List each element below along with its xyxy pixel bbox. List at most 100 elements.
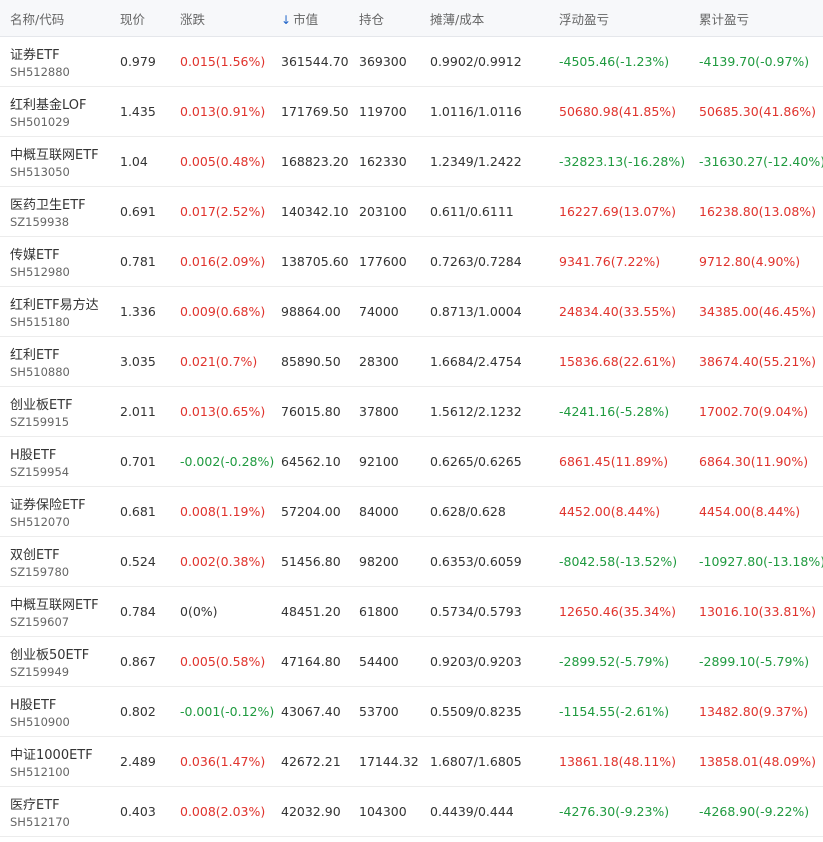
market-value: 98864.00 [281, 304, 341, 319]
float-pl-value: -2899.52(-5.79%) [559, 654, 670, 669]
market-value: 47164.80 [281, 654, 341, 669]
cost-value: 0.5509/0.8235 [430, 704, 522, 719]
position-value: 104300 [359, 804, 407, 819]
table-row[interactable]: 中概互联网ETF SZ159607 0.784 0(0%) 48451.20 61800 0… [0, 587, 823, 637]
total-pl-value: 4454.00(8.44%) [699, 504, 801, 519]
header-float-pl[interactable]: 浮动盈亏 [559, 9, 609, 28]
fund-name: 中概互联网ETF [10, 148, 99, 163]
total-pl-value: 9712.80(4.90%) [699, 254, 801, 269]
position-value: 203100 [359, 204, 407, 219]
header-name-code[interactable]: 名称/代码 [10, 9, 64, 28]
fund-code: SH513050 [10, 165, 70, 179]
cost-value: 1.6684/2.4754 [430, 354, 522, 369]
table-row[interactable]: 传媒ETF SH512980 0.781 0.016(2.09%) 138705.60 1… [0, 237, 823, 287]
change-value: -0.001(-0.12%) [180, 704, 275, 719]
float-pl-value: 6861.45(11.89%) [559, 454, 669, 469]
change-value: 0.005(0.58%) [180, 654, 266, 669]
total-pl-value: -4268.90(-9.22%) [699, 804, 810, 819]
total-pl-value: 38674.40(55.21%) [699, 354, 817, 369]
fund-name: 中证1000ETF [10, 748, 93, 763]
fund-code: SZ159938 [10, 215, 70, 229]
fund-code: SH512980 [10, 265, 70, 279]
fund-name: H股ETF [10, 698, 57, 713]
price-value: 0.403 [120, 804, 156, 819]
change-value: 0.008(1.19%) [180, 504, 266, 519]
price-value: 0.802 [120, 704, 156, 719]
position-value: 61800 [359, 604, 399, 619]
table-row[interactable]: 中证1000ETF SH512100 2.489 0.036(1.47%) 42672.… [0, 737, 823, 787]
table-row[interactable]: 红利基金LOF SH501029 1.435 0.013(0.91%) 171769.5… [0, 87, 823, 137]
arrow-down-icon: ↓ [281, 13, 292, 27]
cost-value: 0.9203/0.9203 [430, 654, 522, 669]
market-value: 48451.20 [281, 604, 341, 619]
fund-name: 医药卫生ETF [10, 198, 86, 213]
fund-name: 证券保险ETF [10, 498, 86, 513]
fund-code: SZ159607 [10, 615, 70, 629]
market-value: 42032.90 [281, 804, 341, 819]
position-value: 54400 [359, 654, 399, 669]
position-value: 74000 [359, 304, 399, 319]
float-pl-value: 13861.18(48.11%) [559, 754, 677, 769]
change-value: 0.005(0.48%) [180, 154, 266, 169]
table-row[interactable]: 创业板ETF SZ159915 2.011 0.013(0.65%) 76015.80 3… [0, 387, 823, 437]
table-row[interactable]: 医疗ETF SH512170 0.403 0.008(2.03%) 42032.90 10… [0, 787, 823, 837]
cost-value: 0.6353/0.6059 [430, 554, 522, 569]
total-pl-value: -2899.10(-5.79%) [699, 654, 810, 669]
fund-name: 中概互联网ETF [10, 598, 99, 613]
fund-code: SH512170 [10, 815, 70, 829]
market-value: 76015.80 [281, 404, 341, 419]
header-position[interactable]: 持仓 [359, 9, 384, 28]
cost-value: 0.628/0.628 [430, 504, 506, 519]
fund-code: SZ159780 [10, 565, 70, 579]
market-value: 51456.80 [281, 554, 341, 569]
table-row[interactable]: H股ETF SZ159954 0.701 -0.002(-0.28%) 64562.10… [0, 437, 823, 487]
position-value: 37800 [359, 404, 399, 419]
fund-code: SH510900 [10, 715, 70, 729]
price-value: 0.867 [120, 654, 156, 669]
header-market-value-label: 市值 [293, 12, 319, 27]
fund-name: 红利基金LOF [10, 98, 87, 113]
cost-value: 1.6807/1.6805 [430, 754, 522, 769]
float-pl-value: 50680.98(41.85%) [559, 104, 677, 119]
header-change[interactable]: 涨跌 [180, 9, 205, 28]
header-total-pl[interactable]: 累计盈亏 [699, 9, 749, 28]
float-pl-value: 12650.46(35.34%) [559, 604, 677, 619]
market-value: 64562.10 [281, 454, 341, 469]
price-value: 0.524 [120, 554, 156, 569]
table-row[interactable]: 中概互联网ETF SH513050 1.04 0.005(0.48%) 168823.2… [0, 137, 823, 187]
header-market-value[interactable]: ↓ 市值 [281, 9, 318, 28]
table-row[interactable]: 证券保险ETF SH512070 0.681 0.008(1.19%) 57204.00… [0, 487, 823, 537]
market-value: 85890.50 [281, 354, 341, 369]
table-header: 名称/代码 现价 涨跌 ↓ 市值 持仓 摊薄/成本 浮动盈亏 累计盈亏 [0, 0, 823, 37]
position-value: 17144.32 [359, 754, 419, 769]
cost-value: 0.4439/0.444 [430, 804, 514, 819]
total-pl-value: 17002.70(9.04%) [699, 404, 809, 419]
float-pl-value: -4241.16(-5.28%) [559, 404, 670, 419]
position-value: 98200 [359, 554, 399, 569]
fund-code: SZ159954 [10, 465, 70, 479]
cost-value: 1.0116/1.0116 [430, 104, 522, 119]
table-row[interactable]: 创业板50ETF SZ159949 0.867 0.005(0.58%) 47164.8… [0, 637, 823, 687]
change-value: 0.016(2.09%) [180, 254, 266, 269]
table-row[interactable]: 双创ETF SZ159780 0.524 0.002(0.38%) 51456.80 98… [0, 537, 823, 587]
total-pl-value: 13482.80(9.37%) [699, 704, 809, 719]
market-value: 168823.20 [281, 154, 349, 169]
table-row[interactable]: 医药卫生ETF SZ159938 0.691 0.017(2.52%) 140342.1… [0, 187, 823, 237]
float-pl-value: -4505.46(-1.23%) [559, 54, 670, 69]
table-row[interactable]: 红利ETF SH510880 3.035 0.021(0.7%) 85890.50 283… [0, 337, 823, 387]
change-value: 0.008(2.03%) [180, 804, 266, 819]
price-value: 1.336 [120, 304, 156, 319]
header-cost[interactable]: 摊薄/成本 [430, 9, 484, 28]
table-body: 证券ETF SH512880 0.979 0.015(1.56%) 361544.70 3… [0, 37, 823, 837]
price-value: 0.681 [120, 504, 156, 519]
total-pl-value: -31630.27(-12.40%) [699, 154, 823, 169]
table-row[interactable]: 红利ETF易方达 SH515180 1.336 0.009(0.68%) 98864.0… [0, 287, 823, 337]
table-row[interactable]: H股ETF SH510900 0.802 -0.001(-0.12%) 43067.40… [0, 687, 823, 737]
fund-code: SH512070 [10, 515, 70, 529]
float-pl-value: -8042.58(-13.52%) [559, 554, 678, 569]
table-row[interactable]: 证券ETF SH512880 0.979 0.015(1.56%) 361544.70 3… [0, 37, 823, 87]
fund-code: SZ159915 [10, 415, 70, 429]
header-price[interactable]: 现价 [120, 9, 145, 28]
total-pl-value: 50685.30(41.86%) [699, 104, 817, 119]
cost-value: 0.5734/0.5793 [430, 604, 522, 619]
